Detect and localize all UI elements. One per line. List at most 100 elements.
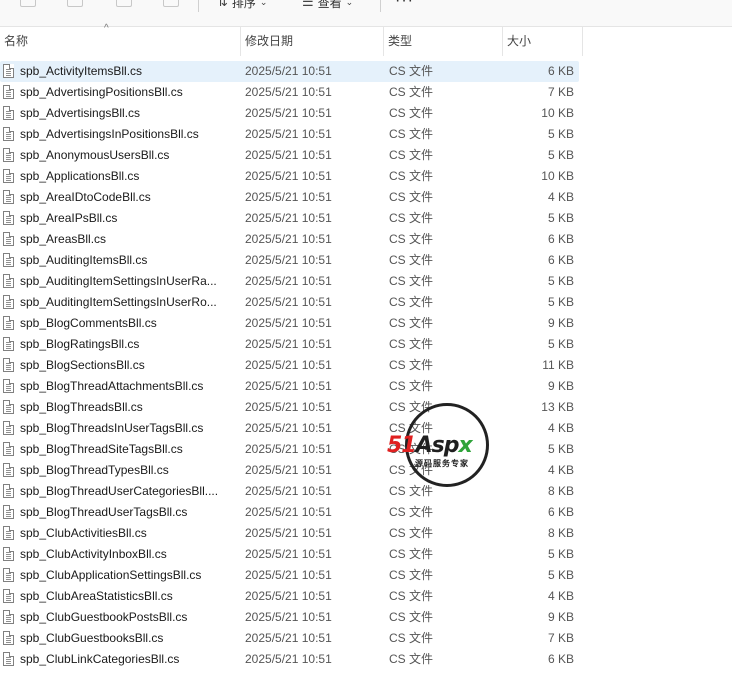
file-modified-date: 2025/5/21 10:51 [245, 337, 332, 351]
file-name: spb_ClubGuestbookPostsBll.cs [20, 610, 188, 624]
file-name: spb_ClubApplicationSettingsBll.cs [20, 568, 202, 582]
file-row[interactable]: spb_AnonymousUsersBll.cs 2025/5/21 10:51 C… [0, 145, 579, 166]
watermark-tagline: 源码服务专家 [415, 459, 469, 468]
file-row[interactable]: spb_ClubGuestbooksBll.cs 2025/5/21 10:51 C… [0, 628, 579, 649]
cs-file-icon [3, 148, 14, 162]
file-name: spb_BlogThreadUserTagsBll.cs [20, 505, 188, 519]
file-type: CS 文件 [389, 106, 434, 120]
file-modified-date: 2025/5/21 10:51 [245, 610, 332, 624]
column-header-type[interactable]: 类型 [384, 27, 503, 56]
file-name: spb_ActivityItemsBll.cs [20, 64, 143, 78]
file-type: CS 文件 [389, 295, 434, 309]
file-row[interactable]: spb_AreaIDtoCodeBll.cs 2025/5/21 10:51 CS … [0, 187, 579, 208]
file-row[interactable]: spb_BlogThreadUserTagsBll.cs 2025/5/21 10… [0, 502, 579, 523]
file-size: 5 KB [547, 337, 574, 351]
view-button[interactable]: ☰ 查看 ⌄ [302, 0, 353, 10]
file-name: spb_BlogThreadUserCategoriesBll.... [20, 484, 219, 498]
file-type: CS 文件 [389, 316, 434, 330]
file-size: 5 KB [547, 295, 574, 309]
file-modified-date: 2025/5/21 10:51 [245, 526, 332, 540]
more-options-button[interactable]: ··· [395, 0, 414, 10]
chevron-down-icon: ⌄ [259, 0, 268, 7]
file-row[interactable]: spb_ActivityItemsBll.cs 2025/5/21 10:51 CS… [0, 61, 579, 82]
file-row[interactable]: spb_ClubApplicationSettingsBll.cs 2025/5/… [0, 565, 579, 586]
file-name: spb_AdvertisingPositionsBll.cs [20, 85, 183, 99]
watermark-wordmark: 51Aspx [387, 433, 473, 458]
file-name: spb_ClubActivitiesBll.cs [20, 526, 147, 540]
file-size: 8 KB [547, 484, 574, 498]
copy-icon[interactable] [67, 0, 83, 7]
file-row[interactable]: spb_BlogSectionsBll.cs 2025/5/21 10:51 CS … [0, 355, 579, 376]
file-type: CS 文件 [389, 211, 434, 225]
file-type: CS 文件 [389, 568, 434, 582]
file-row[interactable]: spb_BlogThreadAttachmentsBll.cs 2025/5/21… [0, 376, 579, 397]
file-modified-date: 2025/5/21 10:51 [245, 652, 332, 666]
file-modified-date: 2025/5/21 10:51 [245, 64, 332, 78]
file-row[interactable]: spb_AdvertisingsInPositionsBll.cs 2025/5/… [0, 124, 579, 145]
file-row[interactable]: spb_ClubLinkCategoriesBll.cs 2025/5/21 10… [0, 649, 579, 670]
command-bar: ⇅ 排序 ⌄ ☰ 查看 ⌄ ··· [0, 0, 732, 27]
cs-file-icon [3, 421, 14, 435]
file-row[interactable]: spb_AuditingItemsBll.cs 2025/5/21 10:51 CS… [0, 250, 579, 271]
file-modified-date: 2025/5/21 10:51 [245, 400, 332, 414]
cs-file-icon [3, 400, 14, 414]
file-row[interactable]: spb_ApplicationsBll.cs 2025/5/21 10:51 CS … [0, 166, 579, 187]
file-row[interactable]: spb_AreaIPsBll.cs 2025/5/21 10:51 CS 文件 5 K… [0, 208, 579, 229]
file-name: spb_AreaIDtoCodeBll.cs [20, 190, 151, 204]
file-row[interactable]: spb_AuditingItemSettingsInUserRa... 2025/… [0, 271, 579, 292]
file-modified-date: 2025/5/21 10:51 [245, 547, 332, 561]
file-modified-date: 2025/5/21 10:51 [245, 421, 332, 435]
file-name: spb_ClubAreaStatisticsBll.cs [20, 589, 173, 603]
column-header-name[interactable]: 名称 [0, 27, 241, 56]
file-row[interactable]: spb_BlogCommentsBll.cs 2025/5/21 10:51 CS … [0, 313, 579, 334]
cut-icon[interactable] [20, 0, 36, 7]
file-type: CS 文件 [389, 148, 434, 162]
rename-icon[interactable] [116, 0, 132, 7]
file-row[interactable]: spb_ClubAreaStatisticsBll.cs 2025/5/21 10… [0, 586, 579, 607]
file-modified-date: 2025/5/21 10:51 [245, 232, 332, 246]
column-header-size[interactable]: 大小 [503, 27, 583, 56]
file-name: spb_AreaIPsBll.cs [20, 211, 118, 225]
file-type: CS 文件 [389, 610, 434, 624]
file-size: 10 KB [541, 106, 574, 120]
file-row[interactable]: spb_ClubActivitiesBll.cs 2025/5/21 10:51 C… [0, 523, 579, 544]
file-modified-date: 2025/5/21 10:51 [245, 484, 332, 498]
file-modified-date: 2025/5/21 10:51 [245, 253, 332, 267]
file-type: CS 文件 [389, 526, 434, 540]
toolbar-divider [198, 0, 199, 12]
cs-file-icon [3, 211, 14, 225]
file-row[interactable]: spb_AuditingItemSettingsInUserRo... 2025/… [0, 292, 579, 313]
file-type: CS 文件 [389, 190, 434, 204]
file-name: spb_BlogRatingsBll.cs [20, 337, 140, 351]
toolbar-divider [380, 0, 381, 12]
file-row[interactable]: spb_AdvertisingsBll.cs 2025/5/21 10:51 CS … [0, 103, 579, 124]
file-size: 5 KB [547, 148, 574, 162]
file-size: 6 KB [547, 505, 574, 519]
cs-file-icon [3, 631, 14, 645]
file-row[interactable]: spb_AreasBll.cs 2025/5/21 10:51 CS 文件 6 KB [0, 229, 579, 250]
file-size: 9 KB [547, 610, 574, 624]
file-type: CS 文件 [389, 358, 434, 372]
file-size: 6 KB [547, 232, 574, 246]
file-size: 10 KB [541, 169, 574, 183]
file-row[interactable]: spb_BlogRatingsBll.cs 2025/5/21 10:51 CS 文… [0, 334, 579, 355]
file-modified-date: 2025/5/21 10:51 [245, 631, 332, 645]
file-size: 5 KB [547, 211, 574, 225]
sort-button[interactable]: ⇅ 排序 ⌄ [217, 0, 267, 10]
file-name: spb_ClubActivityInboxBll.cs [20, 547, 167, 561]
delete-icon[interactable] [163, 0, 179, 7]
file-row[interactable]: spb_ClubActivityInboxBll.cs 2025/5/21 10:… [0, 544, 579, 565]
file-row[interactable]: spb_ClubGuestbookPostsBll.cs 2025/5/21 10… [0, 607, 579, 628]
file-type: CS 文件 [389, 127, 434, 141]
cs-file-icon [3, 127, 14, 141]
file-size: 7 KB [547, 85, 574, 99]
file-row[interactable]: spb_AdvertisingPositionsBll.cs 2025/5/21 … [0, 82, 579, 103]
column-header-date[interactable]: 修改日期 [241, 27, 384, 56]
file-size: 11 KB [542, 358, 574, 372]
file-type: CS 文件 [389, 505, 434, 519]
cs-file-icon [3, 379, 14, 393]
cs-file-icon [3, 652, 14, 666]
sort-icon: ⇅ [217, 0, 228, 9]
cs-file-icon [3, 589, 14, 603]
file-name: spb_AuditingItemSettingsInUserRo... [20, 295, 217, 309]
